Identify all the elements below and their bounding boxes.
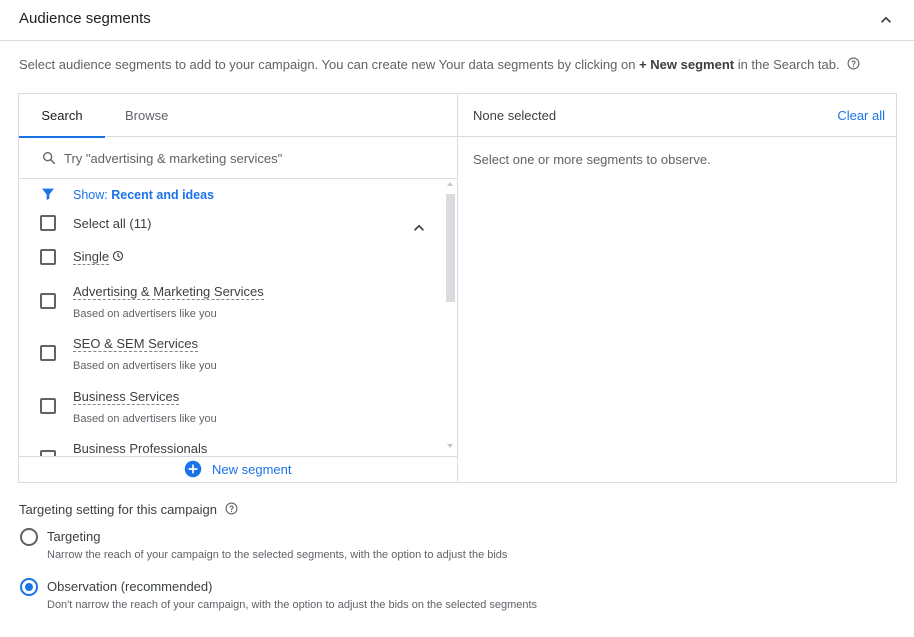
help-circle-icon[interactable] — [847, 57, 860, 70]
filter-icon — [40, 186, 56, 202]
list-item[interactable]: SEO & SEM Services Based on advertisers … — [19, 333, 443, 381]
intro-text: Select audience segments to add to your … — [19, 57, 860, 72]
chevron-up-icon[interactable] — [876, 10, 896, 30]
show-filter-value: Recent and ideas — [111, 188, 214, 202]
segment-search-pane: Search Browse Show: Recent and ideas — [19, 94, 458, 482]
segment-sublabel: Based on advertisers like you — [73, 413, 217, 425]
tab-browse-label: Browse — [125, 108, 168, 123]
segment-picker: Search Browse Show: Recent and ideas — [18, 93, 897, 483]
targeting-option-description: Narrow the reach of your campaign to the… — [47, 549, 507, 561]
show-filter[interactable]: Show: Recent and ideas — [19, 180, 443, 210]
section-header[interactable]: Audience segments — [0, 0, 914, 41]
select-all-row: Select all (11) — [19, 213, 443, 243]
search-input[interactable] — [64, 147, 444, 169]
select-all-label: Select all (11) — [73, 216, 152, 231]
clock-icon — [112, 250, 124, 262]
observation-radio[interactable] — [20, 578, 38, 596]
scroll-thumb[interactable] — [446, 194, 455, 302]
chevron-up-icon[interactable] — [409, 218, 429, 238]
observation-option-label: Observation (recommended) — [47, 579, 212, 594]
segment-label: Business Professionals — [73, 441, 207, 456]
help-circle-icon[interactable] — [225, 502, 238, 515]
search-bar — [19, 137, 457, 179]
scroll-down-arrow-icon[interactable] — [446, 442, 454, 450]
tab-search-label: Search — [41, 108, 82, 123]
tab-browse[interactable]: Browse — [125, 94, 168, 137]
segment-label: Business Services — [73, 389, 179, 405]
segment-label: SEO & SEM Services — [73, 336, 198, 352]
intro-text-before: Select audience segments to add to your … — [19, 57, 639, 72]
segment-checkbox[interactable] — [40, 293, 56, 309]
section-title: Audience segments — [19, 10, 151, 27]
intro-text-after: in the Search tab. — [734, 57, 840, 72]
segment-checkbox[interactable] — [40, 345, 56, 361]
segment-checkbox[interactable] — [40, 249, 56, 265]
new-segment-row: New segment — [19, 456, 457, 482]
selected-header: None selected Clear all — [458, 94, 896, 137]
select-all-checkbox[interactable] — [40, 215, 56, 231]
tab-search[interactable]: Search — [19, 94, 105, 137]
observation-option-description: Don't narrow the reach of your campaign,… — [47, 599, 537, 611]
list-item[interactable]: Business Professionals — [19, 438, 443, 456]
show-filter-label: Show: Recent and ideas — [73, 188, 214, 202]
list-scrollbar[interactable] — [443, 180, 457, 456]
segment-sublabel: Based on advertisers like you — [73, 308, 217, 320]
targeting-heading-label: Targeting setting for this campaign — [19, 502, 217, 517]
targeting-option-label: Targeting — [47, 529, 100, 544]
selected-segments-pane: None selected Clear all Select one or mo… — [458, 94, 896, 482]
list-item[interactable]: Business Services Based on advertisers l… — [19, 386, 443, 434]
scroll-up-arrow-icon[interactable] — [446, 180, 454, 188]
new-segment-label: New segment — [212, 462, 291, 477]
intro-bold-new-segment: + New segment — [639, 57, 734, 72]
segment-checkbox[interactable] — [40, 398, 56, 414]
search-icon — [41, 150, 57, 166]
clear-all-link[interactable]: Clear all — [837, 108, 885, 123]
segment-list: Show: Recent and ideas Select all (11) S… — [19, 180, 457, 456]
segment-label: Advertising & Marketing Services — [73, 284, 264, 300]
empty-selection-hint: Select one or more segments to observe. — [473, 152, 711, 167]
list-item[interactable]: Advertising & Marketing Services Based o… — [19, 281, 443, 329]
plus-circle-icon — [184, 460, 202, 478]
segment-label-wrap: Single — [73, 249, 124, 264]
targeting-heading: Targeting setting for this campaign — [19, 502, 238, 517]
picker-tabs: Search Browse — [19, 94, 457, 137]
segment-sublabel: Based on advertisers like you — [73, 360, 217, 372]
list-item[interactable]: Single — [19, 247, 443, 277]
targeting-radio[interactable] — [20, 528, 38, 546]
show-filter-prefix: Show: — [73, 188, 111, 202]
segment-label: Single — [73, 249, 109, 265]
selected-count-label: None selected — [473, 108, 556, 123]
